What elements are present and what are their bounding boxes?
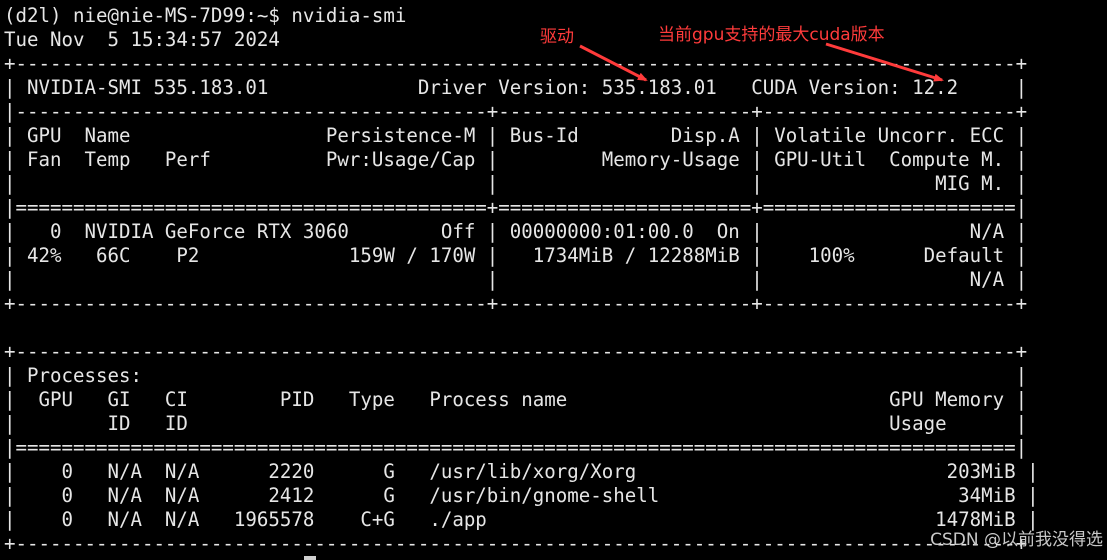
terminal-window[interactable]: (d2l) nie@nie-MS-7D99:~$ nvidia-smi Tue … xyxy=(0,0,1107,560)
csdn-watermark: CSDN @以前我没得选 xyxy=(930,530,1103,550)
cursor-indicator xyxy=(304,556,316,560)
annotation-arrows xyxy=(579,42,944,82)
driver-annotation: 驱动 xyxy=(540,27,574,47)
driver-arrow xyxy=(579,44,648,82)
cuda-annotation: 当前gpu支持的最大cuda版本 xyxy=(658,25,885,45)
cuda-arrow xyxy=(825,42,944,82)
